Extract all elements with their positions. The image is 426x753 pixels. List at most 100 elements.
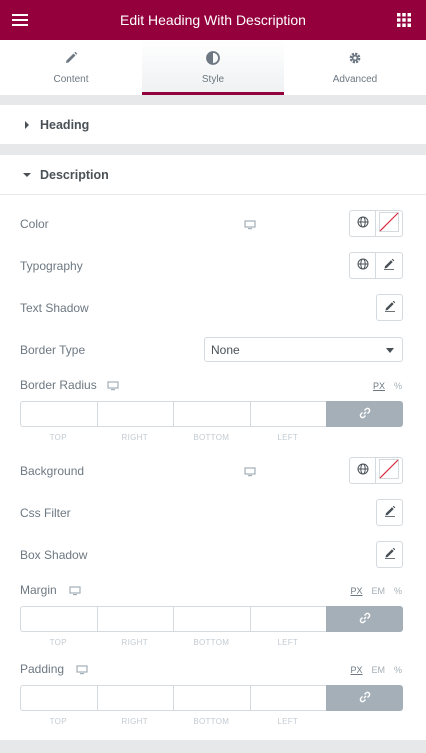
dimension-label-bottom: BOTTOM — [193, 717, 230, 726]
unit-percent[interactable]: % — [394, 381, 402, 391]
dimension-label-right: RIGHT — [121, 717, 148, 726]
padding-units: PX EM % — [350, 665, 402, 675]
desktop-icon[interactable] — [107, 380, 119, 391]
panel-title: Edit Heading With Description — [120, 12, 306, 28]
dimension-label-bottom: BOTTOM — [193, 433, 230, 442]
globe-icon — [357, 463, 369, 478]
css-filter-label: Css Filter — [20, 506, 71, 520]
dimension-label-top: TOP — [49, 717, 67, 726]
link-icon — [359, 407, 371, 422]
padding-bottom-input[interactable] — [173, 685, 250, 711]
typography-label: Typography — [20, 259, 83, 273]
section-heading[interactable]: Heading — [0, 105, 426, 145]
edit-box-shadow-button[interactable] — [376, 541, 403, 568]
border-radius-right-input[interactable] — [96, 401, 174, 427]
border-type-select[interactable]: None — [204, 337, 403, 362]
color-picker-button[interactable] — [376, 210, 403, 237]
pencil-icon — [384, 547, 396, 562]
link-values-button[interactable] — [326, 401, 403, 427]
dimension-label-left: LEFT — [277, 717, 299, 726]
globe-icon — [357, 258, 369, 273]
editor-tabs: Content Style Advanced — [0, 40, 426, 95]
globe-icon — [357, 216, 369, 231]
section-description[interactable]: Description — [0, 155, 426, 195]
edit-css-filter-button[interactable] — [376, 499, 403, 526]
desktop-icon[interactable] — [76, 664, 88, 675]
description-controls: Color Typography Text Shadow Border Type… — [0, 195, 426, 740]
panel-header: Edit Heading With Description — [0, 0, 426, 40]
border-radius-label: Border Radius — [20, 378, 97, 392]
border-radius-top-input[interactable] — [20, 401, 97, 427]
padding-top-input[interactable] — [20, 685, 97, 711]
margin-left-input[interactable] — [249, 606, 327, 632]
link-icon — [359, 612, 371, 627]
empty-color-swatch-icon — [379, 459, 399, 482]
link-values-button[interactable] — [326, 606, 403, 632]
link-values-button[interactable] — [326, 685, 403, 711]
empty-color-swatch-icon — [379, 212, 399, 235]
border-radius-dimension-labels: TOP RIGHT BOTTOM LEFT — [20, 433, 326, 442]
gear-icon — [348, 51, 362, 68]
padding-left-input[interactable] — [249, 685, 327, 711]
margin-dimension-labels: TOP RIGHT BOTTOM LEFT — [20, 638, 326, 647]
caret-right-icon — [22, 120, 32, 130]
unit-px[interactable]: PX — [373, 381, 385, 391]
border-type-value: None — [211, 342, 240, 357]
border-type-label: Border Type — [20, 343, 86, 357]
unit-px[interactable]: PX — [350, 665, 362, 675]
box-shadow-label: Box Shadow — [20, 548, 88, 562]
desktop-icon[interactable] — [244, 219, 256, 230]
tab-content[interactable]: Content — [0, 40, 142, 95]
desktop-icon[interactable] — [69, 585, 81, 596]
unit-em[interactable]: EM — [371, 586, 385, 596]
dimension-label-left: LEFT — [277, 638, 299, 647]
apps-grid-icon[interactable] — [397, 13, 411, 27]
section-title: Description — [40, 167, 109, 182]
unit-px[interactable]: PX — [350, 586, 362, 596]
dimension-label-right: RIGHT — [121, 433, 148, 442]
desktop-icon[interactable] — [244, 466, 256, 477]
section-title: Heading — [40, 117, 90, 132]
margin-inputs — [20, 606, 403, 632]
link-icon — [359, 691, 371, 706]
global-background-button[interactable] — [349, 457, 376, 484]
tab-label: Style — [201, 73, 225, 85]
border-radius-inputs — [20, 401, 403, 427]
text-shadow-label: Text Shadow — [20, 301, 89, 315]
padding-right-input[interactable] — [96, 685, 174, 711]
pencil-icon — [384, 505, 396, 520]
tab-advanced[interactable]: Advanced — [284, 40, 426, 95]
border-radius-bottom-input[interactable] — [173, 401, 250, 427]
unit-percent[interactable]: % — [394, 586, 402, 596]
global-typography-button[interactable] — [349, 252, 376, 279]
global-colors-button[interactable] — [349, 210, 376, 237]
tab-style[interactable]: Style — [142, 40, 284, 95]
background-label: Background — [20, 464, 85, 478]
tab-label: Advanced — [332, 73, 378, 85]
dimension-label-right: RIGHT — [121, 638, 148, 647]
dimension-label-left: LEFT — [277, 433, 299, 442]
color-label: Color — [20, 217, 49, 231]
unit-percent[interactable]: % — [394, 665, 402, 675]
edit-text-shadow-button[interactable] — [376, 294, 403, 321]
dimension-label-top: TOP — [49, 433, 67, 442]
dimension-label-top: TOP — [49, 638, 67, 647]
margin-top-input[interactable] — [20, 606, 97, 632]
hamburger-icon[interactable] — [11, 11, 29, 29]
border-radius-left-input[interactable] — [249, 401, 327, 427]
border-radius-units: PX % — [373, 381, 402, 391]
background-color-picker-button[interactable] — [376, 457, 403, 484]
unit-em[interactable]: EM — [371, 665, 385, 675]
caret-down-icon — [22, 170, 32, 180]
margin-label: Margin — [20, 583, 57, 597]
pencil-icon — [64, 51, 78, 68]
padding-label: Padding — [20, 662, 65, 676]
pencil-icon — [383, 258, 395, 273]
margin-bottom-input[interactable] — [173, 606, 250, 632]
padding-inputs — [20, 685, 403, 711]
padding-dimension-labels: TOP RIGHT BOTTOM LEFT — [20, 717, 326, 726]
tab-label: Content — [53, 73, 89, 85]
dimension-label-bottom: BOTTOM — [193, 638, 230, 647]
margin-right-input[interactable] — [96, 606, 174, 632]
edit-typography-button[interactable] — [376, 252, 403, 279]
